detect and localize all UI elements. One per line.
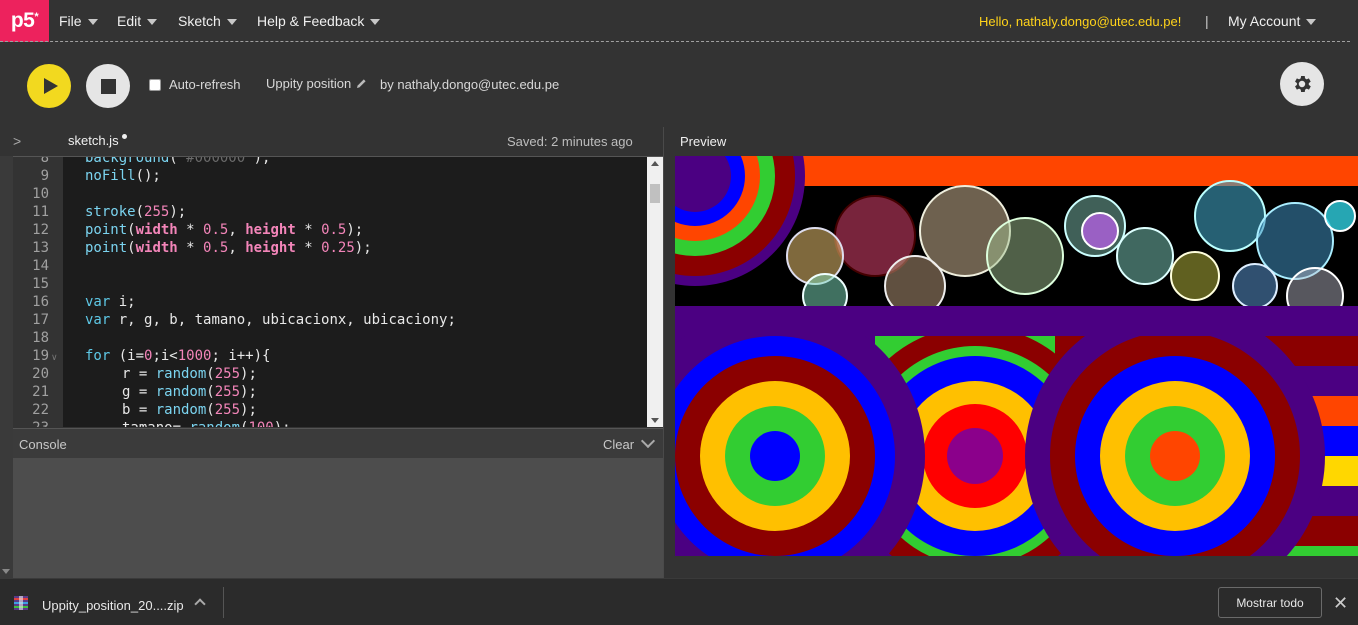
- line-number: 17: [32, 312, 49, 328]
- pane-splitter[interactable]: [663, 127, 675, 578]
- console-clear-button[interactable]: Clear: [603, 437, 634, 452]
- code-line: b = random(255);: [122, 402, 257, 418]
- line-gutter: 8 9 10 11 12 13 14 15 16 17 18 19∨20 21 22 23: [13, 157, 63, 427]
- line-number: 10: [32, 186, 49, 202]
- top-nav: p5 * File Edit Sketch Help & Feedback Hel…: [0, 0, 1358, 42]
- editor-scrollbar[interactable]: [647, 157, 663, 427]
- auto-refresh-checkbox[interactable]: Auto-refresh: [149, 77, 241, 92]
- line-number: 19: [32, 348, 49, 364]
- line-number: 18: [32, 330, 49, 346]
- line-number: 15: [32, 276, 49, 292]
- p5-logo[interactable]: p5 *: [0, 0, 49, 42]
- code-line: noFill();: [85, 168, 161, 184]
- gear-icon: [1295, 76, 1311, 92]
- chevron-down-icon: [226, 19, 237, 25]
- chevron-down-icon: [1306, 19, 1317, 25]
- scroll-down-icon[interactable]: [651, 418, 659, 423]
- line-number: 13: [32, 240, 49, 256]
- divider: [223, 587, 224, 618]
- code-line: background('#000000');: [85, 156, 271, 166]
- code-line: point(width * 0.5, height * 0.25);: [85, 240, 372, 256]
- greeting-text: Hello, nathaly.dongo@utec.edu.pe!: [979, 13, 1182, 29]
- stop-button[interactable]: [86, 64, 130, 108]
- code-line: r = random(255);: [122, 366, 257, 382]
- code-line: g = random(255);: [122, 384, 257, 400]
- menu-sketch[interactable]: Sketch: [178, 0, 237, 42]
- chevron-down-icon: [87, 19, 98, 25]
- unsaved-dot-icon: [121, 134, 127, 139]
- close-icon[interactable]: ✕: [1333, 593, 1348, 614]
- code-line: var r, g, b, tamano, ubicacionx, ubicaci…: [85, 312, 456, 328]
- line-number: 16: [32, 294, 49, 310]
- play-icon: [44, 78, 58, 94]
- line-number: 22: [32, 402, 49, 418]
- line-number: 20: [32, 366, 49, 382]
- scroll-up-icon[interactable]: [651, 161, 659, 166]
- chevron-down-icon[interactable]: [640, 433, 656, 449]
- code-line: stroke(255);: [85, 204, 187, 220]
- show-all-button[interactable]: Mostrar todo: [1218, 587, 1322, 618]
- settings-button[interactable]: [1280, 62, 1324, 106]
- stop-icon: [100, 78, 116, 94]
- line-number: 23: [13, 420, 49, 427]
- menu-edit[interactable]: Edit: [117, 0, 158, 42]
- nav-separator: |: [1205, 13, 1209, 29]
- console-header: Console Clear: [13, 428, 663, 458]
- line-number: 8: [40, 156, 49, 166]
- line-number: 21: [32, 384, 49, 400]
- expand-sidebar-icon[interactable]: >: [13, 133, 21, 149]
- console-output[interactable]: [13, 458, 663, 578]
- code-line: for (i=0;i<1000; i++){: [85, 348, 271, 364]
- download-bar: Uppity_position_20....zip Mostrar todo ✕: [0, 578, 1358, 625]
- code-line: point(width * 0.5, height * 0.5);: [85, 222, 364, 238]
- scroll-thumb[interactable]: [650, 184, 660, 203]
- preview-label: Preview: [680, 134, 727, 149]
- sketch-artwork: [675, 156, 1358, 556]
- chevron-up-icon[interactable]: [194, 598, 206, 610]
- saved-status: Saved: 2 minutes ago: [507, 134, 633, 149]
- menu-my-account[interactable]: My Account: [1228, 0, 1317, 42]
- line-number: 9: [40, 168, 49, 184]
- menu-file[interactable]: File: [59, 0, 98, 42]
- nav-divider: [0, 41, 1350, 42]
- chevron-down-icon: [370, 19, 381, 25]
- line-number: 14: [32, 258, 49, 274]
- code-line: tamano= random(100);: [122, 420, 291, 427]
- chevron-down-icon: [147, 19, 158, 25]
- play-button[interactable]: [27, 64, 71, 108]
- menu-help-feedback[interactable]: Help & Feedback: [257, 0, 381, 42]
- pencil-icon[interactable]: [356, 78, 367, 89]
- line-number: 12: [32, 222, 49, 238]
- sketch-author: by nathaly.dongo@utec.edu.pe: [380, 77, 560, 92]
- sketch-name[interactable]: Uppity position: [266, 76, 367, 91]
- preview-canvas[interactable]: [675, 156, 1358, 556]
- toolbar: Auto-refresh Uppity position by nathaly.…: [0, 43, 1358, 127]
- line-number: 11: [32, 204, 49, 220]
- fold-icon[interactable]: ∨: [51, 352, 58, 363]
- sidebar-collapsed: [0, 156, 13, 578]
- tab-sketch-js[interactable]: sketch.js: [68, 133, 127, 148]
- checkbox-icon: [149, 78, 161, 91]
- zip-file-icon: [14, 596, 28, 610]
- console-title: Console: [19, 437, 67, 452]
- code-line: var i;: [85, 294, 136, 310]
- download-file-name[interactable]: Uppity_position_20....zip: [42, 598, 184, 613]
- code-editor[interactable]: 8 9 10 11 12 13 14 15 16 17 18 19∨20 21 22 23 backgrou…: [13, 156, 663, 427]
